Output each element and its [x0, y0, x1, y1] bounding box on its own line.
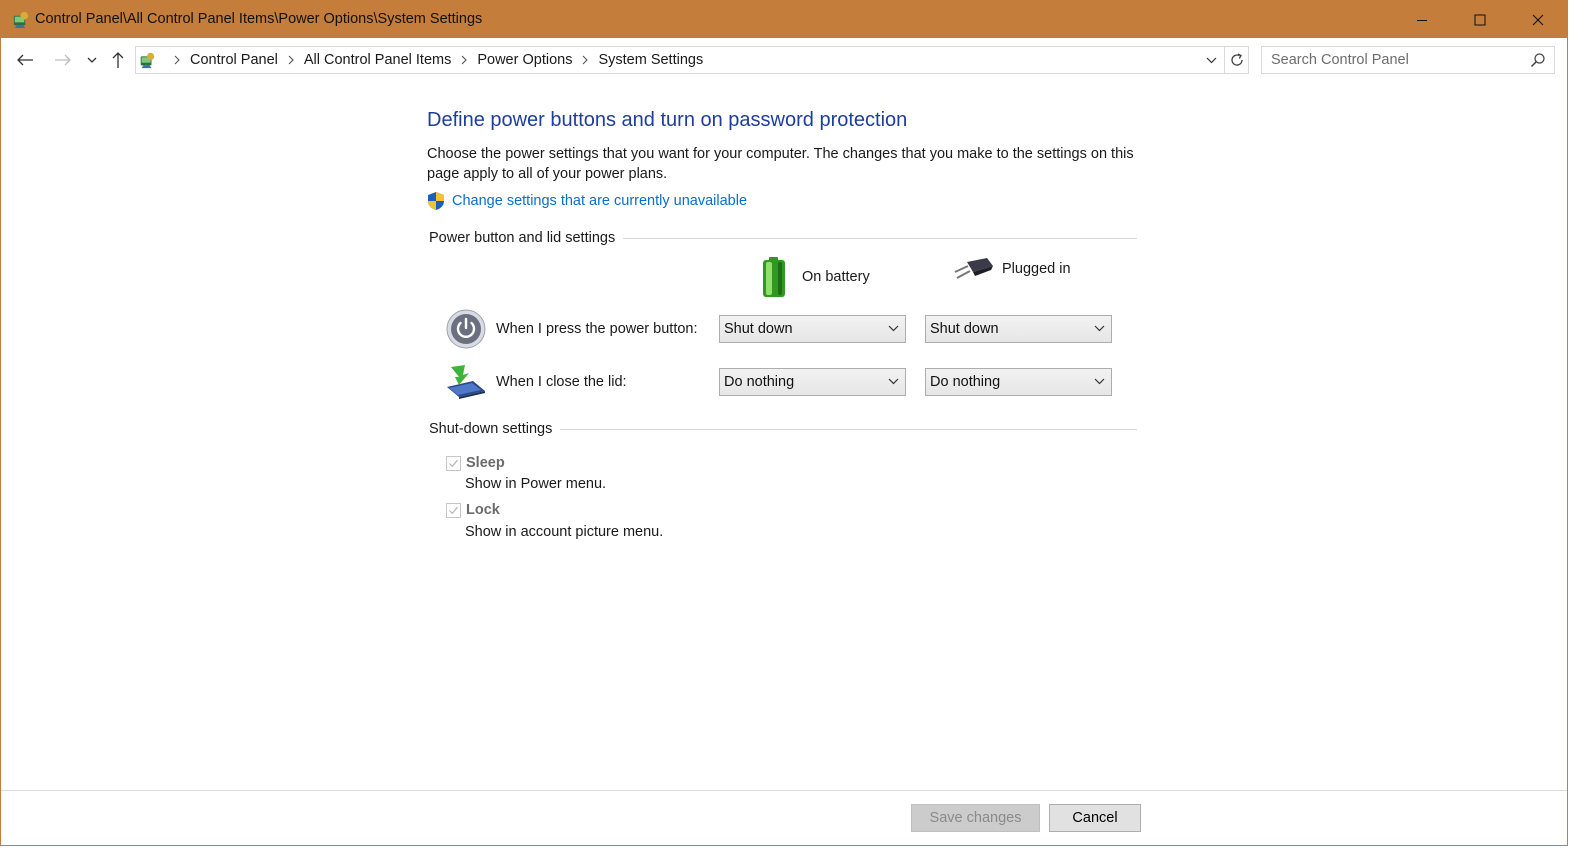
- navigation-bar: Control Panel All Control Panel Items Po…: [1, 38, 1567, 82]
- breadcrumb-all-items[interactable]: All Control Panel Items: [304, 52, 451, 68]
- lid-plugged-value: Do nothing: [930, 374, 1001, 390]
- plugged-in-column-header: Plugged in: [953, 256, 1071, 282]
- maximize-icon: [1474, 14, 1486, 25]
- chevron-down-icon: [87, 57, 97, 63]
- breadcrumb: Control Panel All Control Panel Items Po…: [164, 47, 703, 73]
- minimize-button[interactable]: [1393, 1, 1451, 38]
- power-section-title: Power button and lid settings: [429, 230, 616, 246]
- chevron-down-icon: [888, 325, 899, 332]
- laptop-lid-icon: [447, 365, 485, 399]
- search-box: [1261, 46, 1555, 74]
- lid-battery-value: Do nothing: [724, 374, 795, 390]
- chevron-down-icon: [1094, 325, 1105, 332]
- on-battery-label: On battery: [802, 269, 870, 285]
- battery-icon: [763, 257, 785, 297]
- chevron-down-icon: [888, 378, 899, 385]
- lock-checkbox[interactable]: [446, 502, 461, 518]
- lock-description: Show in account picture menu.: [465, 524, 664, 540]
- checkmark-icon: [449, 459, 458, 467]
- control-panel-icon: [13, 11, 29, 29]
- maximize-button[interactable]: [1451, 1, 1509, 38]
- sleep-description: Show in Power menu.: [465, 476, 607, 492]
- title-bar: Control Panel\All Control Panel Items\Po…: [1, 1, 1567, 38]
- power-button-plugged-value: Shut down: [930, 321, 999, 337]
- on-battery-column-header: On battery: [761, 256, 870, 298]
- breadcrumb-power-options[interactable]: Power Options: [477, 52, 572, 68]
- close-button[interactable]: [1509, 1, 1567, 38]
- forward-button[interactable]: [52, 50, 74, 70]
- cancel-button[interactable]: Cancel: [1049, 804, 1141, 832]
- breadcrumb-separator-icon[interactable]: [572, 55, 598, 65]
- page-title: Define power buttons and turn on passwor…: [427, 109, 908, 131]
- section-divider: [623, 237, 1137, 239]
- address-bar[interactable]: Control Panel All Control Panel Items Po…: [135, 46, 1249, 74]
- footer-divider: [1, 790, 1567, 791]
- power-button-battery-select[interactable]: Shut down: [719, 315, 906, 343]
- chevron-down-icon: [1094, 378, 1105, 385]
- up-button[interactable]: [107, 50, 129, 70]
- refresh-icon: [1230, 53, 1243, 66]
- sleep-label: Sleep: [466, 455, 505, 471]
- search-input[interactable]: [1262, 47, 1522, 73]
- back-button[interactable]: [14, 50, 36, 70]
- control-panel-icon: [140, 52, 155, 69]
- address-history-button[interactable]: [1200, 47, 1222, 73]
- uac-link-text[interactable]: Change settings that are currently unava…: [452, 193, 747, 209]
- lock-option[interactable]: Lock: [446, 502, 500, 518]
- chevron-down-icon: [1206, 57, 1216, 63]
- save-changes-button[interactable]: Save changes: [911, 804, 1040, 832]
- checkmark-icon: [449, 506, 458, 514]
- power-plug-icon: [954, 258, 993, 279]
- power-button-battery-value: Shut down: [724, 321, 793, 337]
- breadcrumb-separator-icon[interactable]: [278, 55, 304, 65]
- search-icon[interactable]: [1530, 52, 1546, 68]
- forward-arrow-icon: [55, 54, 71, 66]
- refresh-button[interactable]: [1224, 47, 1248, 73]
- up-arrow-icon: [112, 52, 124, 68]
- close-icon: [1532, 14, 1544, 25]
- breadcrumb-separator-icon[interactable]: [164, 55, 190, 65]
- power-button-label: When I press the power button:: [496, 321, 698, 337]
- lock-label: Lock: [466, 502, 500, 518]
- change-unavailable-settings-link[interactable]: Change settings that are currently unava…: [427, 191, 747, 211]
- sleep-checkbox[interactable]: [446, 455, 461, 471]
- shutdown-section-title: Shut-down settings: [429, 421, 553, 437]
- uac-shield-icon: [428, 192, 444, 210]
- lid-label: When I close the lid:: [496, 374, 627, 390]
- breadcrumb-separator-icon[interactable]: [451, 55, 477, 65]
- section-divider: [560, 428, 1137, 430]
- page-description: Choose the power settings that you want …: [427, 146, 1134, 182]
- sleep-option[interactable]: Sleep: [446, 455, 505, 471]
- back-arrow-icon: [17, 54, 33, 66]
- minimize-icon: [1417, 19, 1427, 21]
- power-button-plugged-select[interactable]: Shut down: [925, 315, 1112, 343]
- shutdown-section-heading: Shut-down settings: [429, 421, 1137, 437]
- recent-locations-button[interactable]: [83, 50, 101, 70]
- plugged-in-label: Plugged in: [1002, 261, 1071, 277]
- power-button-icon: [446, 309, 486, 349]
- power-section-heading: Power button and lid settings: [429, 230, 1137, 246]
- lid-plugged-select[interactable]: Do nothing: [925, 368, 1112, 396]
- breadcrumb-control-panel[interactable]: Control Panel: [190, 52, 278, 68]
- lid-battery-select[interactable]: Do nothing: [719, 368, 906, 396]
- control-panel-window: Control Panel\All Control Panel Items\Po…: [0, 0, 1568, 846]
- breadcrumb-system-settings[interactable]: System Settings: [598, 52, 703, 68]
- window-title: Control Panel\All Control Panel Items\Po…: [35, 11, 483, 27]
